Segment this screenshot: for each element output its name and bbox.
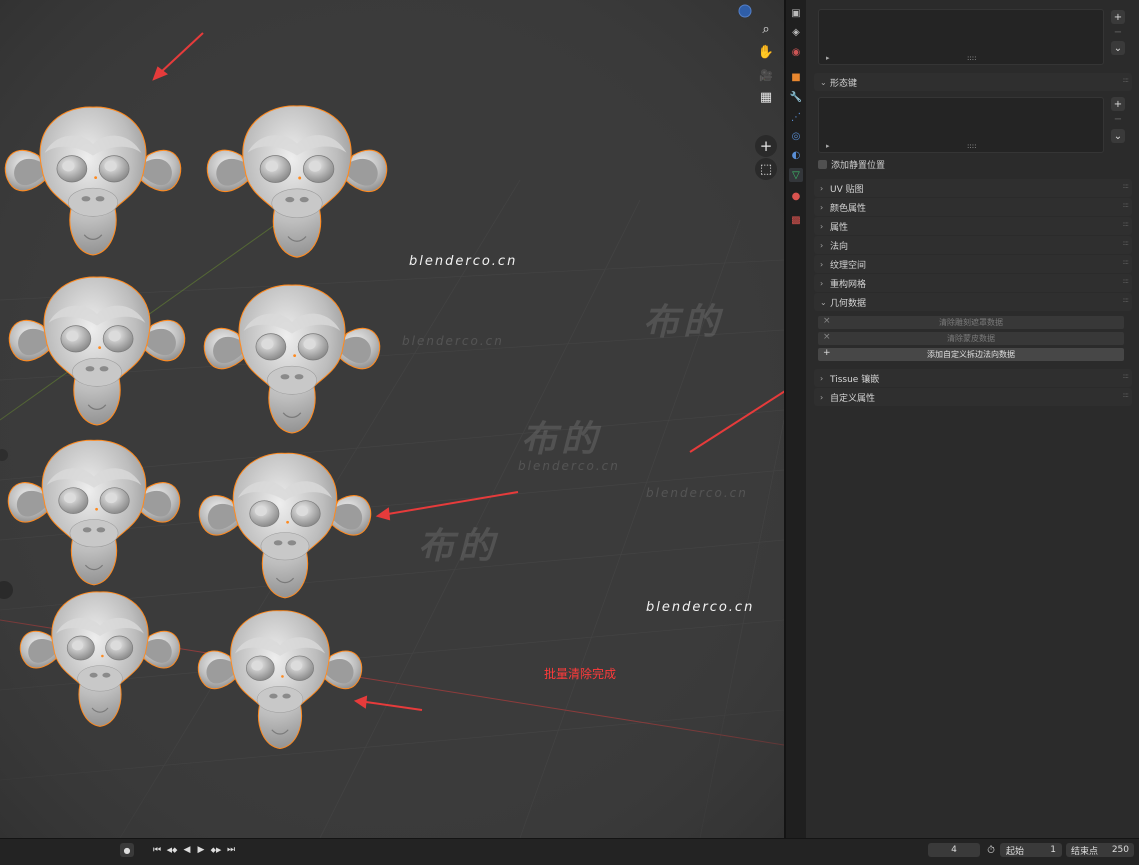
chevron-down-icon: ⌄ — [820, 77, 827, 87]
drag-grip-icon[interactable]: :::: — [1123, 220, 1130, 228]
relative-checkbox-row[interactable]: 添加静置位置 — [818, 158, 885, 171]
drag-grip-icon[interactable]: :::: — [1123, 391, 1130, 399]
shape-key-add-button[interactable]: + — [1111, 97, 1125, 111]
drag-grip-icon[interactable]: :::: — [1123, 372, 1130, 380]
chevron-right-icon: › — [820, 221, 824, 231]
list-remove-button[interactable]: − — [1111, 25, 1125, 39]
clear-skin-data-button[interactable]: × 清除蒙皮数据 — [818, 332, 1124, 345]
chevron-right-icon: › — [820, 392, 824, 402]
vertex-groups-list[interactable]: ▸ :::: — [818, 9, 1104, 65]
panel-header-remesh[interactable]: › 重构网格 :::: — [814, 274, 1132, 292]
relative-checkbox[interactable] — [818, 160, 827, 169]
blender-window: ⌕ ✋ 🎥 ▦ + ⬚ blenderco.cn blenderco.cn bl… — [0, 0, 1139, 865]
chevron-right-icon: › — [820, 259, 824, 269]
timeline-bar: ● ⏮ ◀◆ ◀ ▶ ◆▶ ⏭ 4 ⏱ 起始 1 结束点 250 — [0, 838, 1139, 865]
panel-header-normals[interactable]: › 法向 :::: — [814, 236, 1132, 254]
clock-icon[interactable]: ⏱ — [984, 843, 998, 857]
chevron-right-icon: › — [820, 183, 824, 193]
prev-keyframe-icon[interactable]: ◀◆ — [164, 843, 180, 857]
material-tab-icon[interactable]: ● — [789, 189, 803, 203]
scene-tab-icon[interactable]: ◉ — [789, 45, 803, 59]
shape-key-remove-button[interactable]: − — [1111, 112, 1125, 126]
list-resize-grip[interactable]: :::: — [967, 142, 976, 150]
object-tab-icon[interactable]: ■ — [789, 70, 803, 84]
jump-to-start-icon[interactable]: ⏮ — [151, 843, 163, 857]
drag-grip-icon[interactable]: :::: — [1123, 277, 1130, 285]
close-icon: × — [823, 316, 831, 326]
watermark-cn: 布的 — [521, 419, 602, 460]
grid-view-icon[interactable]: ▦ — [755, 86, 777, 108]
plus-icon: + — [823, 348, 831, 358]
drag-grip-icon[interactable]: :::: — [1123, 239, 1130, 247]
list-expand-button[interactable]: ⌄ — [1111, 41, 1125, 55]
camera-icon[interactable]: 🎥 — [755, 64, 777, 86]
shape-key-expand-button[interactable]: ⌄ — [1111, 129, 1125, 143]
chevron-right-icon: › — [820, 278, 824, 288]
3d-viewport[interactable]: ⌕ ✋ 🎥 ▦ + ⬚ blenderco.cn blenderco.cn bl… — [0, 0, 784, 838]
chevron-right-icon: › — [820, 240, 824, 250]
viewport-scene — [0, 0, 784, 838]
drag-grip-icon[interactable]: :::: — [1123, 201, 1130, 209]
timeline-ruler[interactable] — [0, 860, 1139, 865]
play-reverse-icon[interactable]: ◀ — [181, 843, 193, 857]
toggle-view-icon[interactable]: ⬚ — [755, 158, 777, 180]
constraints-tab-icon[interactable]: ◐ — [789, 148, 803, 162]
panel-header-shape-keys[interactable]: ⌄ 形态键 :::: — [814, 73, 1132, 91]
zoom-icon[interactable]: ⌕ — [755, 18, 777, 40]
current-frame-field[interactable]: 4 — [928, 843, 980, 857]
jump-to-end-icon[interactable]: ⏭ — [225, 843, 237, 857]
properties-panel: ▸ :::: + − ⌄ ⌄ 形态键 :::: ▸ :::: + − ⌄ 添加静… — [806, 0, 1139, 838]
shape-keys-list[interactable]: ▸ :::: — [818, 97, 1104, 153]
physics-tab-icon[interactable]: ◎ — [789, 129, 803, 143]
properties-tabs: ▣ ◈ ◉ ■ 🔧 ⋰ ◎ ◐ ▽ ● ▩ — [786, 0, 806, 838]
panel-header-color-attributes[interactable]: › 颜色属性 :::: — [814, 198, 1132, 216]
panel-header-tissue[interactable]: › Tissue 镶嵌 :::: — [814, 369, 1132, 387]
drag-grip-icon[interactable]: :::: — [1123, 76, 1130, 84]
render-tab-icon[interactable]: ◈ — [789, 25, 803, 39]
drag-grip-icon[interactable]: :::: — [1123, 258, 1130, 266]
chevron-right-icon: › — [820, 373, 824, 383]
drag-grip-icon[interactable]: :::: — [1123, 296, 1130, 304]
close-icon: × — [823, 332, 831, 342]
chevron-right-icon: › — [820, 202, 824, 212]
watermark-url-faint: blenderco.cn — [646, 486, 748, 500]
modifier-wrench-icon[interactable]: 🔧 — [789, 90, 803, 104]
texture-tab-icon[interactable]: ▩ — [789, 213, 803, 227]
list-add-button[interactable]: + — [1111, 10, 1125, 24]
frame-end-field[interactable]: 结束点 250 — [1066, 843, 1134, 857]
clear-sculpt-mask-button[interactable]: × 清除雕刻遮罩数据 — [818, 316, 1124, 329]
add-icon[interactable]: + — [755, 135, 777, 157]
drag-grip-icon[interactable]: :::: — [1123, 182, 1130, 190]
annotation-label: 批量清除完成 — [544, 667, 617, 681]
panel-header-attributes[interactable]: › 属性 :::: — [814, 217, 1132, 235]
next-keyframe-icon[interactable]: ◆▶ — [208, 843, 224, 857]
watermark-url: blenderco.cn — [409, 254, 518, 269]
chevron-down-icon: ⌄ — [820, 297, 827, 307]
panel-header-geometry-data[interactable]: ⌄ 几何数据 :::: — [814, 293, 1132, 311]
list-resize-grip[interactable]: :::: — [967, 54, 976, 62]
watermark-cn: 布的 — [418, 526, 499, 567]
list-play-icon[interactable]: ▸ — [826, 54, 830, 62]
watermark-url: blenderco.cn — [646, 600, 755, 615]
particles-tab-icon[interactable]: ⋰ — [789, 110, 803, 124]
watermark-url-faint: blenderco.cn — [402, 334, 504, 348]
list-play-icon[interactable]: ▸ — [826, 142, 830, 150]
frame-start-field[interactable]: 起始 1 — [1000, 843, 1062, 857]
tool-tab-icon[interactable]: ▣ — [789, 6, 803, 20]
play-icon[interactable]: ▶ — [195, 843, 207, 857]
record-button[interactable]: ● — [120, 843, 134, 857]
mesh-data-tab-icon[interactable]: ▽ — [789, 168, 803, 182]
pan-hand-icon[interactable]: ✋ — [755, 41, 777, 63]
add-custom-split-normals-button[interactable]: + 添加自定义拆边法向数据 — [818, 348, 1124, 361]
watermark-cn: 布的 — [643, 302, 724, 343]
panel-header-uv-maps[interactable]: › UV 贴图 :::: — [814, 179, 1132, 197]
panel-header-custom-properties[interactable]: › 自定义属性 :::: — [814, 388, 1132, 406]
panel-header-texture-space[interactable]: › 纹理空间 :::: — [814, 255, 1132, 273]
